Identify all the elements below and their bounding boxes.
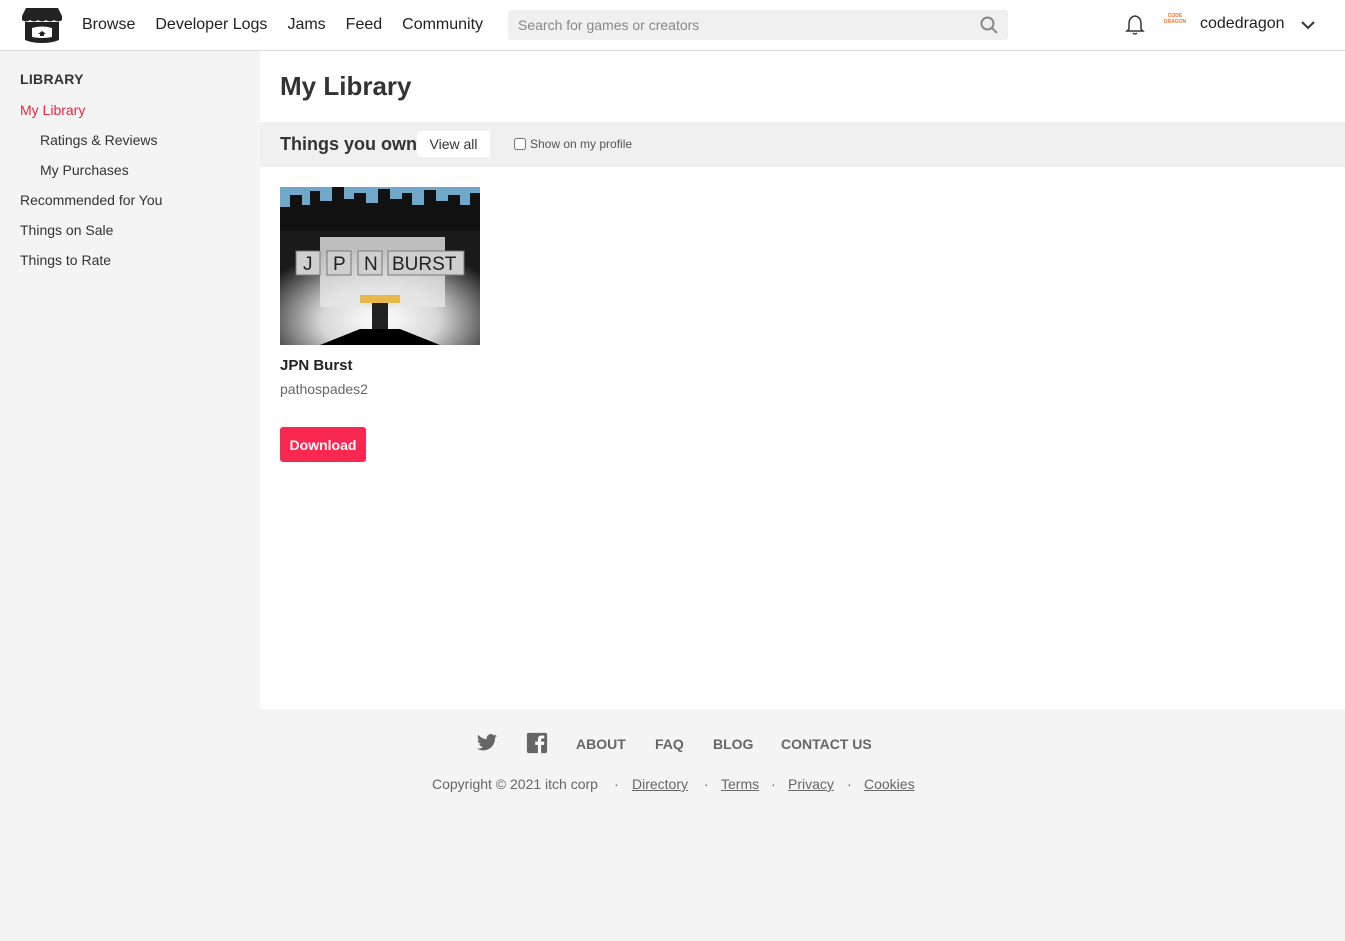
show-on-profile-checkbox[interactable] bbox=[514, 138, 526, 150]
footer-links: ABOUT FAQ BLOG CONTACT US bbox=[0, 732, 1345, 756]
section-header: Things you own View all Show on my profi… bbox=[260, 122, 1345, 167]
game-author[interactable]: pathospades2 bbox=[280, 381, 368, 397]
cover-letter-n: N bbox=[364, 254, 378, 275]
footer-link-about[interactable]: ABOUT bbox=[576, 736, 626, 752]
footer-link-directory[interactable]: Directory bbox=[632, 776, 688, 792]
main-content: My Library Things you own View all Show … bbox=[260, 51, 1345, 709]
game-cover-image[interactable]: J P N BURST bbox=[280, 187, 480, 345]
view-all-button[interactable]: View all bbox=[417, 131, 490, 157]
search-icon[interactable] bbox=[980, 16, 998, 34]
section-title: Things you own bbox=[280, 134, 417, 154]
sidebar-item-things-on-sale[interactable]: Things on Sale bbox=[20, 222, 113, 238]
cover-word-burst: BURST bbox=[392, 254, 457, 275]
sidebar-item-ratings-reviews[interactable]: Ratings & Reviews bbox=[40, 132, 158, 148]
nav-browse[interactable]: Browse bbox=[82, 16, 135, 34]
nav-jams[interactable]: Jams bbox=[287, 16, 325, 34]
sidebar-item-my-library[interactable]: My Library bbox=[20, 102, 85, 118]
nav-community[interactable]: Community bbox=[402, 16, 483, 34]
sidebar-item-things-to-rate[interactable]: Things to Rate bbox=[20, 252, 111, 268]
footer-link-faq[interactable]: FAQ bbox=[655, 736, 684, 752]
download-button[interactable]: Download bbox=[280, 427, 366, 462]
separator: · bbox=[614, 776, 619, 792]
footer-link-cookies[interactable]: Cookies bbox=[864, 776, 915, 792]
search-input[interactable] bbox=[508, 10, 968, 40]
username[interactable]: codedragon bbox=[1200, 15, 1285, 33]
separator: · bbox=[704, 776, 709, 792]
show-on-profile-label: Show on my profile bbox=[530, 137, 633, 151]
avatar[interactable]: CODE DRAGON bbox=[1162, 13, 1188, 33]
footer-link-privacy[interactable]: Privacy bbox=[788, 776, 834, 792]
separator: · bbox=[771, 776, 776, 792]
cover-letter-p: P bbox=[333, 254, 346, 275]
cover-letter-j: J bbox=[303, 254, 313, 275]
copyright-row: Copyright © 2021 itch corp · Directory ·… bbox=[0, 776, 1345, 796]
nav-feed[interactable]: Feed bbox=[346, 16, 382, 34]
nav-developer-logs[interactable]: Developer Logs bbox=[155, 16, 267, 34]
footer-link-contact[interactable]: CONTACT US bbox=[781, 736, 872, 752]
game-title[interactable]: JPN Burst bbox=[280, 357, 353, 374]
twitter-icon[interactable] bbox=[476, 732, 498, 754]
page-title: My Library bbox=[280, 71, 412, 101]
separator: · bbox=[847, 776, 852, 792]
top-header: Browse Developer Logs Jams Feed Communit… bbox=[0, 0, 1345, 51]
sidebar-item-my-purchases[interactable]: My Purchases bbox=[40, 162, 129, 178]
facebook-icon[interactable] bbox=[526, 732, 548, 754]
itch-logo-icon[interactable] bbox=[22, 6, 62, 44]
sidebar-item-recommended[interactable]: Recommended for You bbox=[20, 192, 162, 208]
main-nav: Browse Developer Logs Jams Feed Communit… bbox=[72, 0, 493, 50]
footer-link-blog[interactable]: BLOG bbox=[713, 736, 753, 752]
search-box bbox=[508, 10, 1008, 40]
copyright-text: Copyright © 2021 itch corp bbox=[432, 776, 598, 792]
footer-link-terms[interactable]: Terms bbox=[721, 776, 759, 792]
game-card: J P N BURST JPN Burst pathospades2 bbox=[280, 187, 480, 397]
chevron-down-icon[interactable] bbox=[1300, 17, 1316, 33]
notification-bell-icon[interactable] bbox=[1125, 14, 1145, 36]
show-on-profile-toggle[interactable]: Show on my profile bbox=[514, 137, 632, 151]
sidebar-title: LIBRARY bbox=[20, 71, 84, 87]
